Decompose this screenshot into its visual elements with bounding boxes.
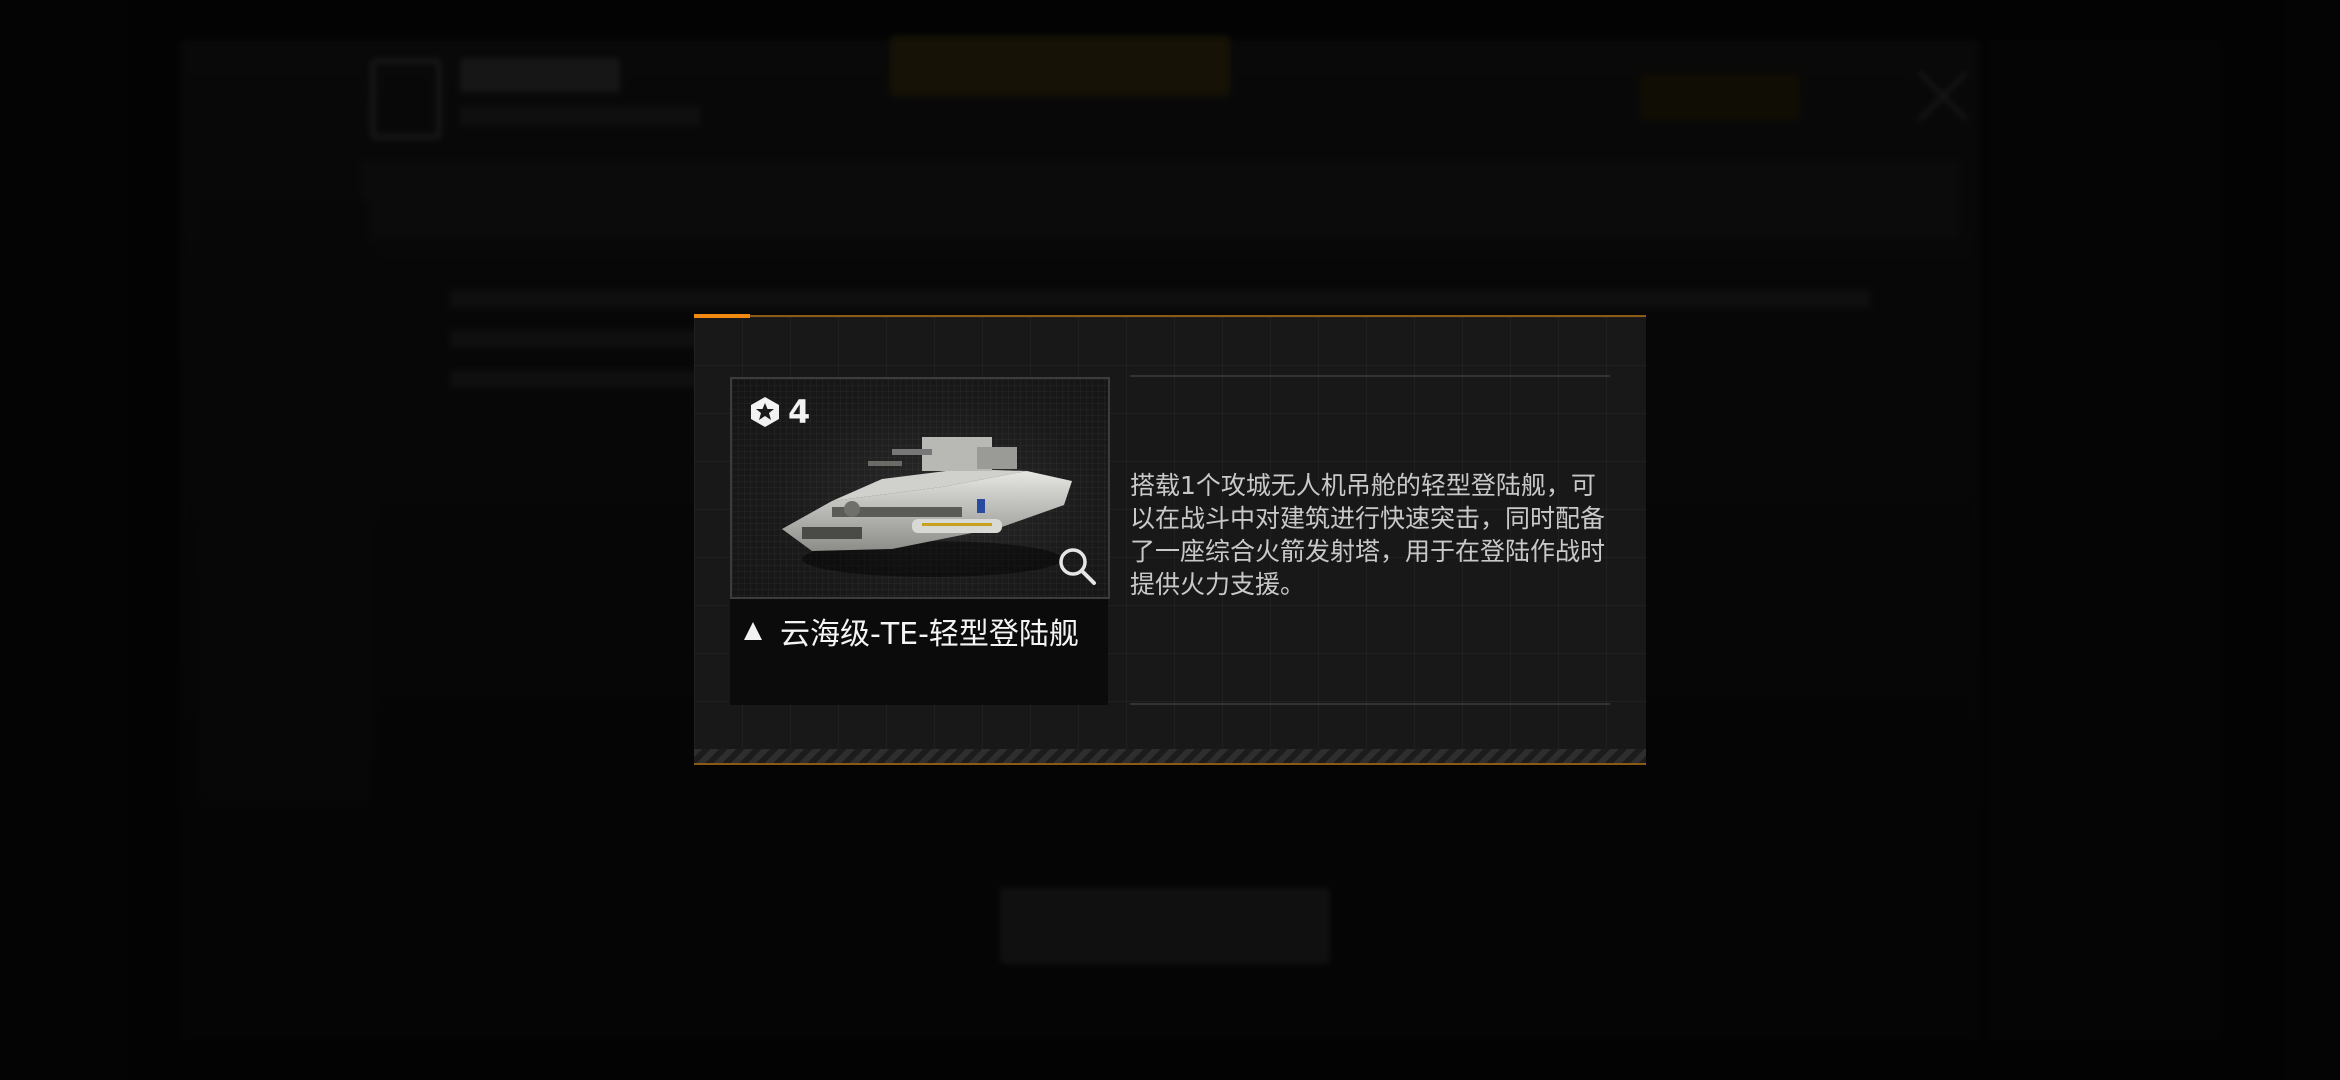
dialog-accent-bar (694, 314, 750, 318)
item-description: 搭载1个攻城无人机吊舱的轻型登陆舰，可以在战斗中对建筑进行快速突击，同时配备了一… (1130, 471, 1606, 599)
ship-image (782, 437, 1072, 577)
item-image-frame: 4 (730, 377, 1110, 599)
tier-emblem-icon (751, 397, 779, 427)
dialog-hatch-stripe (694, 749, 1646, 763)
tier-badge: 4 (748, 393, 810, 431)
magnifier-icon[interactable] (1056, 545, 1098, 587)
item-name-row: 云海级-TE-轻型登陆舰 (744, 609, 1079, 653)
description-divider (1130, 703, 1610, 705)
description-divider (1130, 375, 1610, 377)
item-info-dialog: 4 云海级-TE-轻型登陆舰 搭载1个攻城无人机吊舱的轻型登陆舰，可以在战斗中对… (694, 314, 1646, 765)
game-screen: 4 云海级-TE-轻型登陆舰 搭载1个攻城无人机吊舱的轻型登陆舰，可以在战斗中对… (0, 0, 2340, 1080)
item-card: 4 云海级-TE-轻型登陆舰 (730, 377, 1110, 705)
item-name: 云海级-TE-轻型登陆舰 (780, 617, 1079, 652)
tier-value: 4 (788, 393, 811, 431)
triangle-up-icon (744, 622, 762, 640)
